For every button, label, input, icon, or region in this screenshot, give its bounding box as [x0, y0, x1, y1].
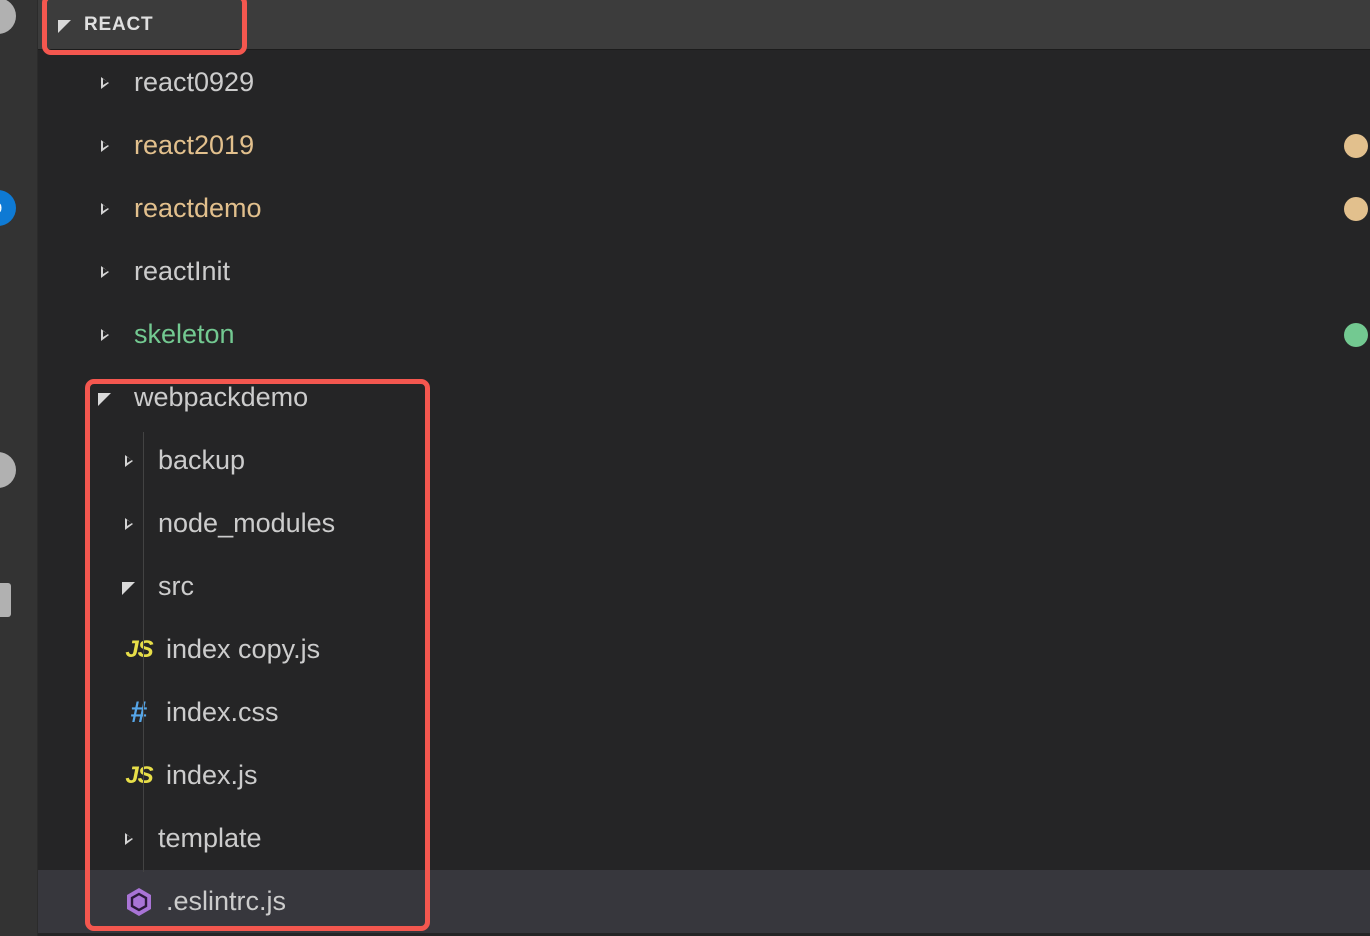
- file-tree: react0929 react2019 reactdemo reactInit skel…: [38, 51, 1370, 933]
- tree-row-label: reactInit: [134, 256, 231, 286]
- tree-row[interactable]: JS index.js: [38, 744, 1370, 807]
- tree-row-label: index copy.js: [166, 634, 321, 664]
- tree-row[interactable]: react2019: [38, 114, 1370, 177]
- tree-row-label: backup: [158, 445, 246, 475]
- explorer-section-title: REACT: [84, 13, 154, 35]
- chevron-right-icon[interactable]: [96, 263, 114, 281]
- git-status-dot: [1344, 322, 1368, 347]
- explorer-section-header-react[interactable]: REACT: [38, 0, 1370, 50]
- tree-row-label: react0929: [134, 67, 255, 97]
- tree-row[interactable]: # index.css: [38, 681, 1370, 744]
- tree-row-label: template: [158, 823, 262, 853]
- css-file-icon: #: [120, 695, 158, 729]
- chevron-right-icon[interactable]: [96, 137, 114, 155]
- tree-row-label: reactdemo: [134, 193, 262, 223]
- chevron-down-icon[interactable]: [120, 578, 138, 596]
- tree-row[interactable]: src: [38, 555, 1370, 618]
- chevron-right-icon[interactable]: [96, 74, 114, 92]
- eslint-file-icon: [120, 887, 158, 917]
- tree-row[interactable]: .eslintrc.js: [38, 870, 1370, 933]
- tree-row-label: index.js: [166, 760, 258, 790]
- activity-bar-item-explorer[interactable]: [0, 0, 18, 36]
- activity-bar-item-source-control[interactable]: 9: [0, 188, 18, 228]
- chevron-down-icon[interactable]: [96, 389, 114, 407]
- hash-glyph: #: [130, 695, 148, 729]
- extensions-icon: [0, 583, 11, 617]
- explorer-icon: [0, 0, 16, 34]
- tree-row[interactable]: webpackdemo: [38, 366, 1370, 429]
- activity-bar-item-extensions[interactable]: [0, 580, 18, 620]
- js-file-icon: JS: [120, 761, 158, 791]
- git-status-dot: [1344, 133, 1368, 158]
- tree-row-label: src: [158, 571, 194, 601]
- chevron-down-icon[interactable]: [56, 16, 74, 34]
- tree-row-label: skeleton: [134, 319, 235, 349]
- git-status-dot: [1344, 196, 1368, 221]
- activity-bar: 9: [0, 0, 38, 936]
- debug-icon: [0, 452, 16, 488]
- tree-row[interactable]: template: [38, 807, 1370, 870]
- js-glyph: JS: [125, 761, 153, 789]
- js-glyph: JS: [125, 635, 153, 663]
- tree-row-label: webpackdemo: [134, 382, 309, 412]
- tree-row[interactable]: node_modules: [38, 492, 1370, 555]
- js-file-icon: JS: [120, 635, 158, 665]
- chevron-right-icon[interactable]: [120, 515, 138, 533]
- tree-row[interactable]: react0929: [38, 51, 1370, 114]
- explorer-pane: REACT react0929 react2019 reactdemo reactIn…: [38, 0, 1370, 936]
- chevron-right-icon[interactable]: [96, 200, 114, 218]
- activity-bar-item-debug[interactable]: [0, 450, 18, 490]
- tree-row[interactable]: reactInit: [38, 240, 1370, 303]
- chevron-right-icon[interactable]: [120, 452, 138, 470]
- chevron-right-icon[interactable]: [96, 326, 114, 344]
- vscode-window: 9 REACT react0929react2019reactdemoreact…: [0, 0, 1370, 936]
- source-control-badge: 9: [0, 190, 16, 226]
- tree-row-label: node_modules: [158, 508, 336, 538]
- tree-row-label: .eslintrc.js: [166, 886, 287, 916]
- chevron-right-icon[interactable]: [120, 830, 138, 848]
- tree-row-label: index.css: [166, 697, 279, 727]
- tree-row-label: react2019: [134, 130, 255, 160]
- indent-guide: [143, 432, 144, 872]
- tree-row[interactable]: JS index copy.js: [38, 618, 1370, 681]
- tree-row[interactable]: backup: [38, 429, 1370, 492]
- tree-row[interactable]: reactdemo: [38, 177, 1370, 240]
- tree-row[interactable]: skeleton: [38, 303, 1370, 366]
